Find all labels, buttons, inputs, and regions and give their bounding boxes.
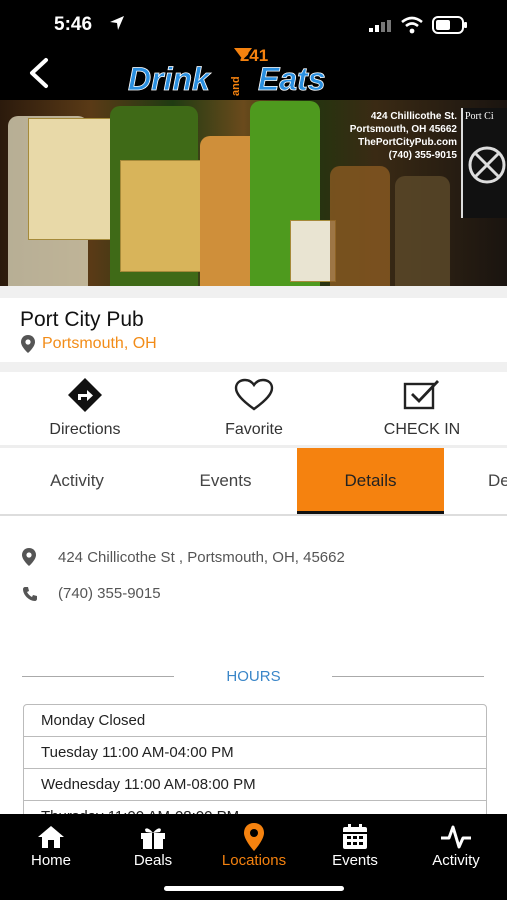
check-in-label: CHECK IN (383, 421, 461, 438)
hero-address-line2: Portsmouth, OH 45662 (349, 124, 457, 135)
tab-activity[interactable]: Activity (0, 448, 154, 514)
hero-phone: (740) 355-9015 (388, 150, 457, 161)
hero-website: ThePortCityPub.com (358, 137, 457, 148)
app-header: 241 Drink and Eats (0, 46, 507, 100)
favorite-button[interactable]: Favorite (179, 376, 329, 442)
wifi-icon (401, 16, 423, 34)
directions-label: Directions (49, 421, 121, 438)
nav-locations[interactable]: Locations (209, 822, 299, 869)
logo-word-and: and (230, 76, 242, 96)
phone-text[interactable]: (740) 355-9015 (58, 585, 161, 602)
status-bar: 5:46 (0, 0, 507, 46)
activity-pulse-icon (441, 825, 471, 849)
divider (0, 286, 507, 298)
favorite-label: Favorite (225, 421, 283, 438)
place-city: Portsmouth, OH (42, 335, 157, 352)
logo-word-eats: Eats (258, 61, 326, 97)
checkbox-icon (403, 380, 440, 410)
heart-icon (234, 378, 274, 411)
gift-icon (141, 828, 165, 849)
address-text[interactable]: 424 Chillicothe St , Portsmouth, OH, 456… (58, 549, 345, 566)
logo-word-drink: Drink (128, 61, 212, 97)
tab-bar: Activity Events Details De (0, 448, 507, 516)
bottle-label-decoration (28, 118, 118, 240)
map-pin-icon (21, 335, 35, 353)
pub-crest-logo: Port Ci (461, 108, 507, 218)
hero-image: 424 Chillicothe St. Portsmouth, OH 45662… (0, 100, 507, 286)
hours-row: Monday Closed (24, 705, 486, 737)
celtic-knot-icon (468, 146, 506, 184)
hours-row: Wednesday 11:00 AM-08:00 PM (24, 769, 486, 801)
nav-activity[interactable]: Activity (411, 822, 501, 869)
nav-deals[interactable]: Deals (108, 822, 198, 869)
crest-text: Port Ci (465, 111, 494, 122)
location-pin-icon (244, 823, 264, 851)
home-icon (38, 826, 64, 848)
calendar-icon (343, 824, 367, 849)
location-arrow-icon (110, 16, 124, 30)
directions-icon (68, 378, 102, 412)
tab-events[interactable]: Events (154, 448, 297, 514)
nav-activity-label: Activity (432, 852, 480, 869)
cellular-signal-icon (369, 20, 391, 32)
map-pin-icon (22, 548, 36, 566)
drink-and-eats-logo: 241 Drink and Eats (128, 46, 326, 97)
home-indicator[interactable] (164, 886, 344, 891)
hours-row: Tuesday 11:00 AM-04:00 PM (24, 737, 486, 769)
nav-locations-label: Locations (221, 852, 287, 869)
bottle-label-decoration (120, 160, 204, 272)
nav-events-label: Events (332, 852, 378, 869)
back-arrow-icon[interactable] (24, 54, 56, 92)
bottle-decoration (395, 176, 450, 286)
tab-details[interactable]: Details (297, 448, 444, 514)
nav-home[interactable]: Home (6, 822, 96, 869)
clock: 5:46 (54, 14, 93, 35)
tab-deals-partial[interactable]: De (444, 448, 507, 514)
hero-address-line1: 424 Chillicothe St. (370, 111, 457, 122)
check-in-button[interactable]: CHECK IN (347, 376, 497, 442)
nav-events[interactable]: Events (310, 822, 400, 869)
divider (0, 362, 507, 372)
place-name: Port City Pub (20, 308, 144, 331)
nav-deals-label: Deals (133, 852, 173, 869)
hours-divider-right (332, 676, 484, 677)
nav-home-label: Home (30, 852, 71, 869)
hero-address-overlay: 424 Chillicothe St. Portsmouth, OH 45662… (350, 110, 457, 162)
directions-button[interactable]: Directions (10, 376, 160, 442)
bottle-decoration (330, 166, 390, 286)
phone-icon (23, 587, 37, 601)
battery-icon (432, 16, 467, 34)
